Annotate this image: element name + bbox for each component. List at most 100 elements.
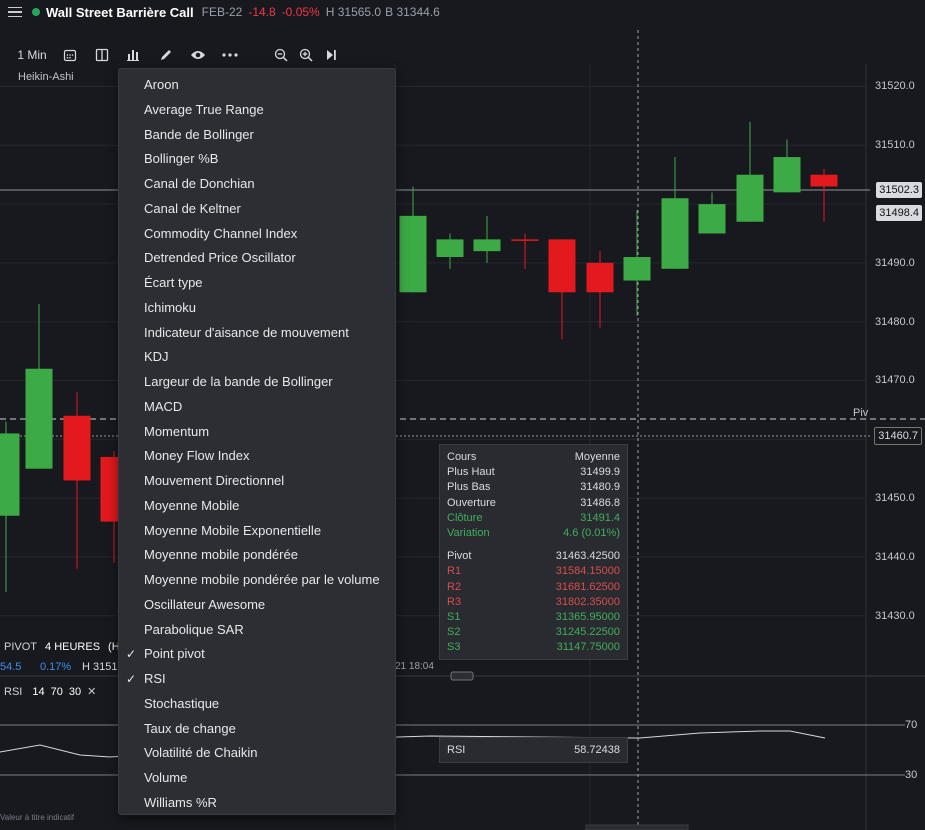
close-icon[interactable]: ✕ — [87, 685, 96, 698]
menu-item-indicator[interactable]: Canal de Donchian — [119, 172, 395, 197]
pivot-level-value: 31365.95000 — [555, 610, 620, 623]
pivot-level-label: S3 — [447, 641, 461, 654]
more-icon[interactable] — [220, 40, 240, 70]
indicators-icon[interactable] — [123, 40, 143, 70]
menu-item-indicator[interactable]: Bollinger %B — [119, 147, 395, 172]
menu-item-label: Stochastique — [144, 695, 220, 711]
scroll-to-end-icon[interactable] — [321, 40, 341, 70]
menu-item-indicator[interactable]: Indicateur d'aisance de mouvement — [119, 321, 395, 346]
pivot-period: 4 HEURES — [45, 641, 101, 653]
zoom-in-icon[interactable] — [296, 40, 316, 70]
time-scrollbar — [585, 824, 689, 830]
chart-type-label[interactable]: Heikin-Ashi — [18, 71, 74, 83]
candle-body — [0, 433, 20, 516]
menu-item-label: MACD — [144, 398, 183, 414]
menu-item-indicator[interactable]: Moyenne mobile pondérée — [119, 543, 395, 568]
rsi-level-tick: 70 — [905, 719, 918, 731]
pivot-line-label: Piv — [853, 407, 869, 419]
menu-item-indicator[interactable]: Largeur de la bande de Bollinger — [119, 370, 395, 395]
data-panel-row: Clôture 31491.4 — [447, 511, 620, 526]
candle-body — [736, 174, 764, 222]
pivot-level-value: 31463.42500 — [555, 550, 620, 563]
pivot-price-tag: 31460.7 — [874, 427, 922, 445]
menu-item-indicator[interactable]: Ichimoku — [119, 296, 395, 321]
menu-item-label: Canal de Donchian — [144, 176, 255, 191]
menu-item-indicator[interactable]: Commodity Channel Index — [119, 222, 395, 247]
menu-item-label: Oscillateur Awesome — [144, 596, 266, 612]
menu-item-indicator[interactable]: Moyenne Mobile — [119, 494, 395, 519]
interval-selector[interactable]: 1 Min — [12, 40, 52, 70]
menu-item-indicator[interactable]: Bande de Bollinger — [119, 123, 395, 148]
ohlc-data-panel: Cours Moyenne Plus Haut 31499.9 Plus Bas 31… — [439, 444, 628, 660]
menu-item-label: Écart type — [144, 275, 203, 290]
pivot-value-3: H 3151 — [82, 661, 118, 673]
menu-item-indicator[interactable]: Money Flow Index — [119, 444, 395, 469]
pivot-level-row: S1 31365.95000 — [447, 610, 620, 625]
rsi-legend[interactable]: RSI 14 70 30 ✕ — [4, 685, 96, 699]
rsi-name: RSI — [4, 685, 23, 698]
menu-icon[interactable] — [8, 6, 22, 18]
price-tick: 31440.0 — [875, 551, 915, 563]
menu-item-label: Moyenne mobile pondérée — [144, 547, 298, 563]
menu-item-indicator[interactable]: ✓ RSI — [119, 667, 395, 692]
pencil-icon[interactable] — [156, 40, 176, 70]
zoom-out-icon[interactable] — [271, 40, 291, 70]
menu-item-label: Point pivot — [144, 646, 205, 662]
candle-body — [548, 239, 576, 293]
menu-item-indicator[interactable]: KDJ — [119, 345, 395, 370]
menu-item-label: Largeur de la bande de Bollinger — [144, 374, 333, 389]
pivot-level-value: 31802.35000 — [555, 595, 620, 608]
candle-body — [698, 204, 726, 234]
menu-item-label: Mouvement Directionnel — [144, 473, 285, 488]
menu-item-indicator[interactable]: Écart type — [119, 271, 395, 296]
pivot-level-label: S2 — [447, 626, 461, 639]
pivot-legend[interactable]: PIVOT 4 HEURES (H+8 — [4, 641, 132, 653]
menu-item-label: Moyenne Mobile — [144, 497, 240, 513]
menu-item-indicator[interactable]: Williams %R — [119, 791, 395, 816]
menu-item-indicator[interactable]: Mouvement Directionnel — [119, 469, 395, 494]
candle-body — [773, 157, 801, 193]
header-label: Cours — [447, 451, 477, 463]
header-value: Moyenne — [574, 451, 620, 463]
layout-icon[interactable] — [92, 40, 112, 70]
price-tick: 31490.0 — [875, 257, 915, 269]
price-change: -14.8 — [248, 5, 276, 19]
menu-item-label: Williams %R — [144, 794, 217, 810]
pivot-level-row: S3 31147.75000 — [447, 640, 620, 655]
menu-item-indicator[interactable]: Momentum — [119, 420, 395, 445]
menu-item-label: Volume — [144, 770, 188, 785]
pivot-name: PIVOT — [4, 641, 38, 653]
pivot-level-label: R1 — [447, 565, 462, 578]
menu-item-label: Ichimoku — [144, 299, 197, 315]
menu-item-label: Volatilité de Chaikin — [144, 745, 258, 761]
candle-body — [436, 239, 464, 258]
eye-icon[interactable] — [188, 40, 208, 70]
menu-item-label: Commodity Channel Index — [144, 225, 298, 241]
menu-item-indicator[interactable]: Parabolique SAR — [119, 618, 395, 643]
menu-item-indicator[interactable]: Canal de Keltner — [119, 197, 395, 222]
low-value: B 31344.6 — [385, 5, 440, 19]
pivot-level-value: 31681.62500 — [555, 580, 620, 593]
menu-item-indicator[interactable]: Oscillateur Awesome — [119, 593, 395, 618]
menu-item-indicator[interactable]: ✓ Point pivot — [119, 642, 395, 667]
menu-item-indicator[interactable]: Aroon — [119, 73, 395, 98]
row-label: Variation — [447, 526, 490, 539]
menu-item-indicator[interactable]: Moyenne mobile pondérée par le volume — [119, 568, 395, 593]
menu-item-indicator[interactable]: Average True Range — [119, 98, 395, 123]
menu-item-indicator[interactable]: Volume — [119, 766, 395, 791]
row-label: Plus Bas — [447, 481, 491, 494]
menu-item-label: Aroon — [144, 77, 179, 92]
pivot-level-row: Pivot 31463.42500 — [447, 549, 620, 564]
pivot-level-row: S2 31245.22500 — [447, 625, 620, 640]
calendar-icon[interactable] — [60, 40, 80, 70]
menu-item-indicator[interactable]: Moyenne Mobile Exponentielle — [119, 519, 395, 544]
menu-item-indicator[interactable]: Taux de change — [119, 717, 395, 742]
price-tick: 31450.0 — [875, 492, 915, 504]
menu-item-indicator[interactable]: Stochastique — [119, 692, 395, 717]
pivot-value-1: 54.5 — [0, 661, 22, 673]
instrument-name: Wall Street Barrière Call — [46, 4, 194, 20]
pivot-values: 54.5 0.17% H 3151 — [0, 661, 117, 673]
menu-item-indicator[interactable]: Detrended Price Oscillator — [119, 246, 395, 271]
menu-item-indicator[interactable]: MACD — [119, 395, 395, 420]
menu-item-indicator[interactable]: Volatilité de Chaikin — [119, 741, 395, 766]
